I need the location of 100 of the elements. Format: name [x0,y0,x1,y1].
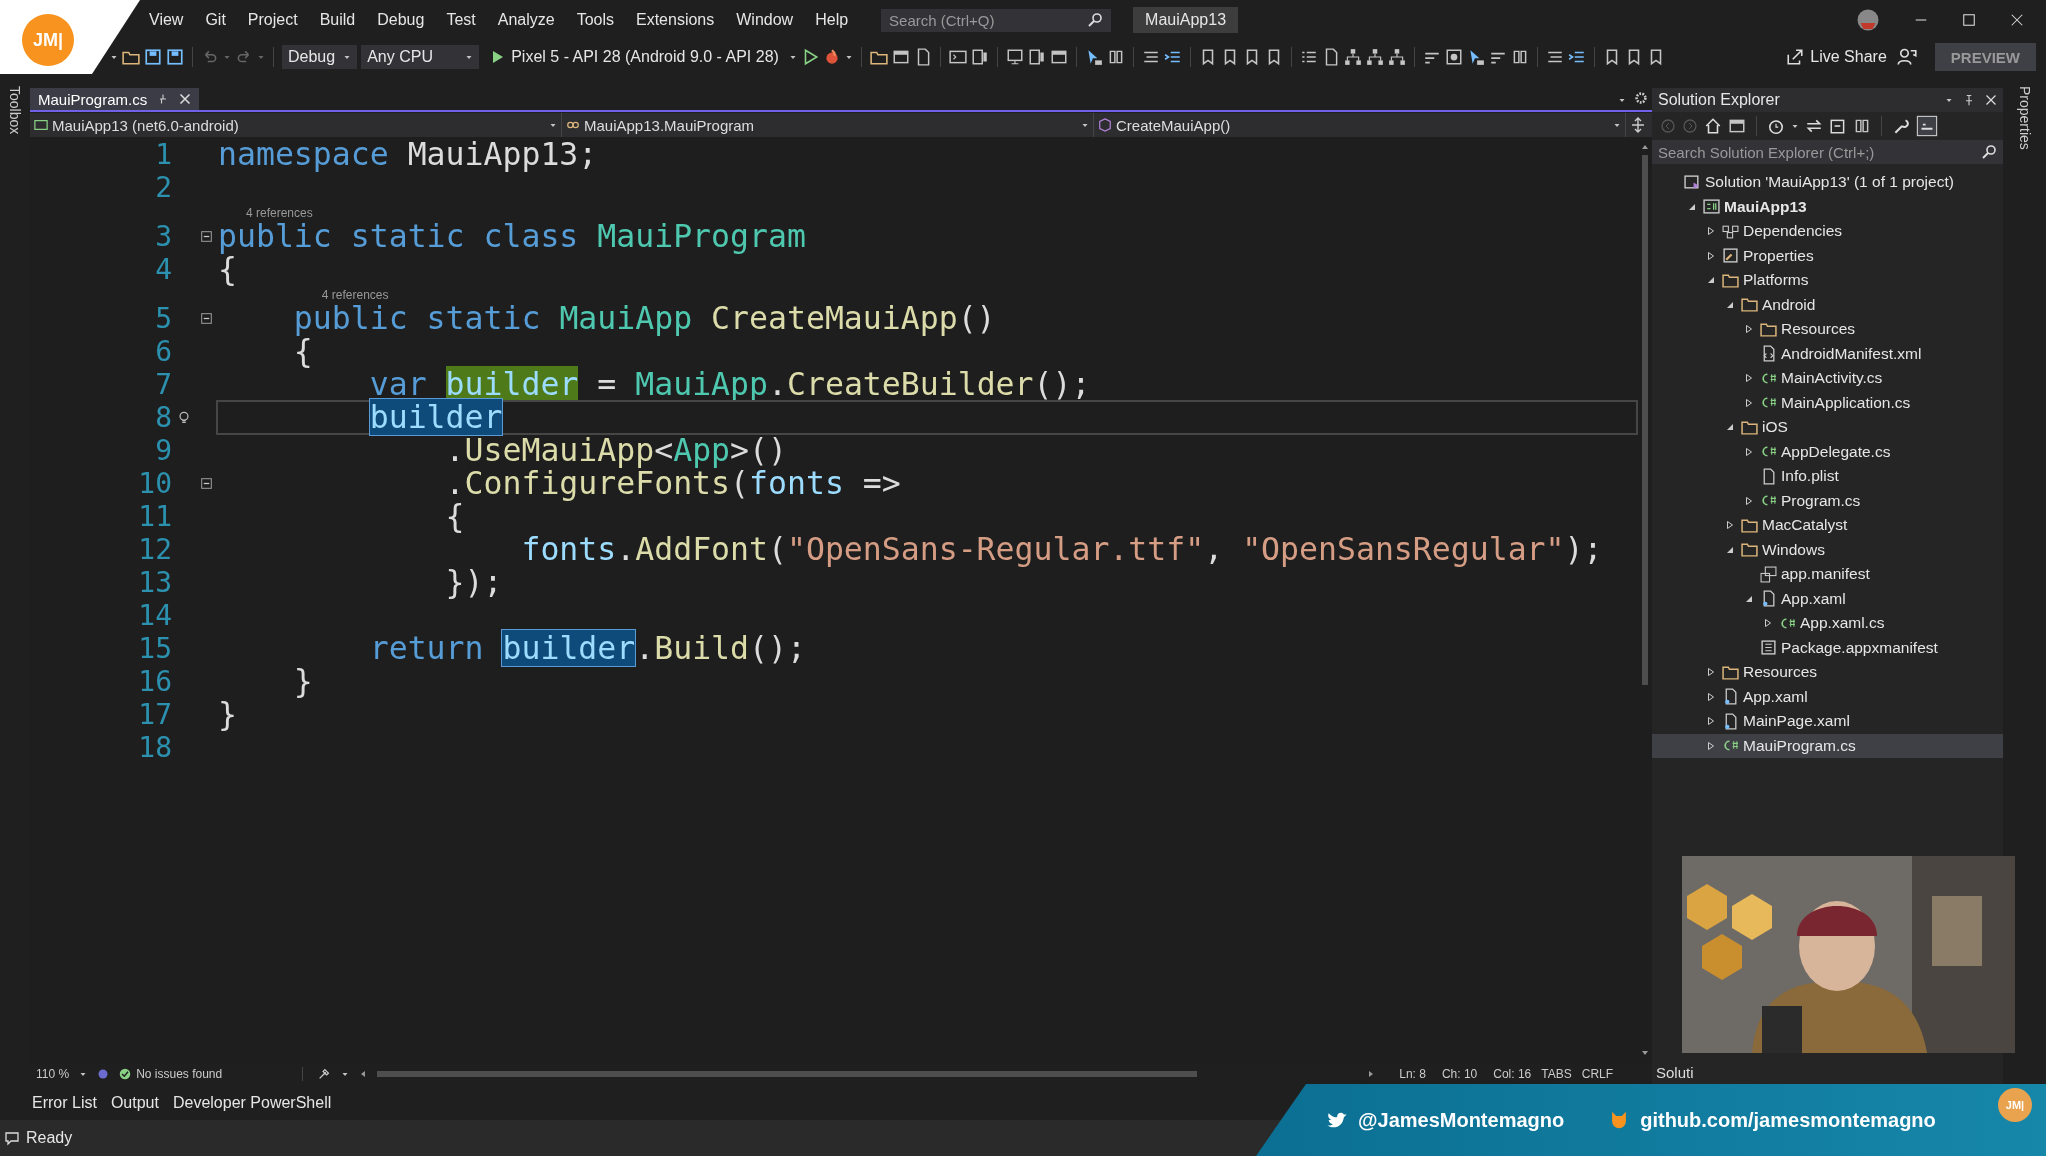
close-icon[interactable] [179,93,192,105]
tree-item[interactable]: Resources [1652,317,2003,342]
collapse-icon[interactable] [200,313,212,324]
menu-item[interactable]: Window [725,11,805,29]
scroll-thumb[interactable] [377,1071,1198,1077]
expanded-arrow-icon[interactable] [1745,594,1753,603]
hierarchy-icon[interactable] [1343,48,1362,66]
caret-icon[interactable] [788,53,797,61]
code-lens[interactable]: 4 references [246,206,313,220]
expanded-arrow-icon[interactable] [1726,423,1734,432]
avatar-icon[interactable] [1856,8,1880,32]
sync-icon[interactable] [1805,117,1823,135]
code-lens[interactable]: 4 references [321,288,389,302]
live-share-button[interactable]: Live Share [1780,48,1893,66]
panel-icon[interactable] [1027,48,1046,66]
monitor-icon[interactable] [1005,48,1024,66]
twitter-handle[interactable]: @JamesMontemagno [1358,1108,1565,1132]
menu-item[interactable]: Help [804,11,860,29]
terminal-icon[interactable] [948,48,967,66]
caret-icon[interactable] [1791,122,1799,130]
save-icon[interactable] [166,48,184,66]
panel-icon[interactable] [970,48,989,66]
feedback-icon[interactable] [1896,47,1917,67]
tree-item[interactable]: app.manifest [1652,562,2003,587]
menu-item[interactable]: View [138,11,195,29]
toolbox-tab[interactable]: Toolbox [7,86,23,135]
platform-dropdown[interactable]: Any CPU [361,45,480,69]
window-icon[interactable] [1728,117,1746,135]
preview-toggle-icon[interactable] [1916,115,1938,137]
window-icon[interactable] [1049,48,1068,66]
configuration-dropdown[interactable]: Debug [282,45,358,69]
properties-tab[interactable]: Properties [2016,86,2033,150]
panel-tab[interactable]: Output [110,1093,159,1112]
tree-item[interactable]: App.xaml [1652,684,2003,709]
collapsed-arrow-icon[interactable] [1707,691,1715,702]
collapsed-arrow-icon[interactable] [1726,520,1734,531]
tree-item[interactable]: MacCatalyst [1652,513,2003,538]
tree-item[interactable]: Android [1652,292,2003,317]
preview-button[interactable]: PREVIEW [1934,43,2036,71]
zoom-dropdown[interactable]: 110 % [36,1067,70,1081]
hierarchy-icon[interactable] [1387,48,1406,66]
line-ending-indicator[interactable]: CRLF [1581,1067,1614,1081]
settings-icon[interactable] [1634,91,1648,105]
collapsed-arrow-icon[interactable] [1707,740,1715,751]
save-icon[interactable] [144,48,162,66]
tree-item[interactable]: Windows [1652,537,2003,562]
scroll-down-icon[interactable] [1641,1049,1649,1057]
collapsed-arrow-icon[interactable] [1745,324,1753,335]
tree-item[interactable]: MauiApp13 [1652,194,2003,219]
close-icon[interactable] [1985,94,1997,106]
tree-item[interactable]: Platforms [1652,268,2003,293]
search-field[interactable]: Search Solution Explorer (Ctrl+;) [1652,140,2003,164]
collapse-all-icon[interactable] [1829,117,1847,135]
home-icon[interactable] [1704,117,1722,135]
caret-icon[interactable] [110,53,118,61]
column-indicator[interactable]: Col: 16 [1493,1067,1532,1081]
run-button[interactable]: Pixel 5 - API 28 (Android 9.0 - API 28) [483,48,785,66]
tree-item[interactable]: AppDelegate.cs [1652,439,2003,464]
wrench-icon[interactable] [1892,117,1910,135]
collapse-icon[interactable] [200,231,212,242]
menu-item[interactable]: Debug [366,11,436,29]
collapsed-arrow-icon[interactable] [1745,495,1753,506]
brush-icon[interactable] [317,1067,332,1081]
split-icon[interactable] [1630,117,1646,133]
tree-item[interactable]: Dependencies [1652,219,2003,244]
menu-item[interactable]: Git [194,11,237,29]
tree-item[interactable]: App.xaml.cs [1652,611,2003,636]
collapsed-arrow-icon[interactable] [1745,446,1753,457]
expanded-arrow-icon[interactable] [1707,276,1715,285]
caret-icon[interactable] [1618,96,1626,104]
indent-indicator[interactable]: TABS [1541,1067,1572,1081]
history-icon[interactable] [1767,117,1785,135]
caret-icon[interactable] [79,1070,88,1078]
status-icon[interactable] [97,1068,110,1080]
tree-item[interactable]: Properties [1652,243,2003,268]
tree-item[interactable]: Resources [1652,660,2003,685]
panel-tab[interactable]: Error List [32,1093,97,1112]
panel-tab[interactable]: Developer PowerShell [172,1093,332,1112]
menu-item[interactable]: Extensions [625,11,726,29]
collapsed-arrow-icon[interactable] [1764,618,1772,629]
maximize-icon[interactable] [1962,13,1976,27]
scroll-thumb[interactable] [1642,155,1648,685]
window-icon[interactable] [891,48,910,66]
close-icon[interactable] [2010,13,2024,27]
menu-item[interactable]: Tools [565,11,625,29]
collapsed-arrow-icon[interactable] [1707,226,1715,237]
hierarchy-icon[interactable] [1365,48,1384,66]
tree-item[interactable]: Program.cs [1652,488,2003,513]
tree-item[interactable]: MainApplication.cs [1652,390,2003,415]
collapse-icon[interactable] [200,478,212,489]
collapsed-arrow-icon[interactable] [1707,250,1715,261]
search-icon[interactable] [1981,144,1997,160]
tree-item[interactable]: iOS [1652,415,2003,440]
caret-icon[interactable] [341,1070,350,1078]
lightbulb-icon[interactable] [177,409,191,426]
panel-tab[interactable]: Soluti [1656,1064,1694,1081]
editor-tab[interactable]: MauiProgram.cs [30,88,200,110]
pin-icon[interactable] [1963,94,1975,106]
collapsed-arrow-icon[interactable] [1745,373,1753,384]
collapsed-arrow-icon[interactable] [1745,397,1753,408]
